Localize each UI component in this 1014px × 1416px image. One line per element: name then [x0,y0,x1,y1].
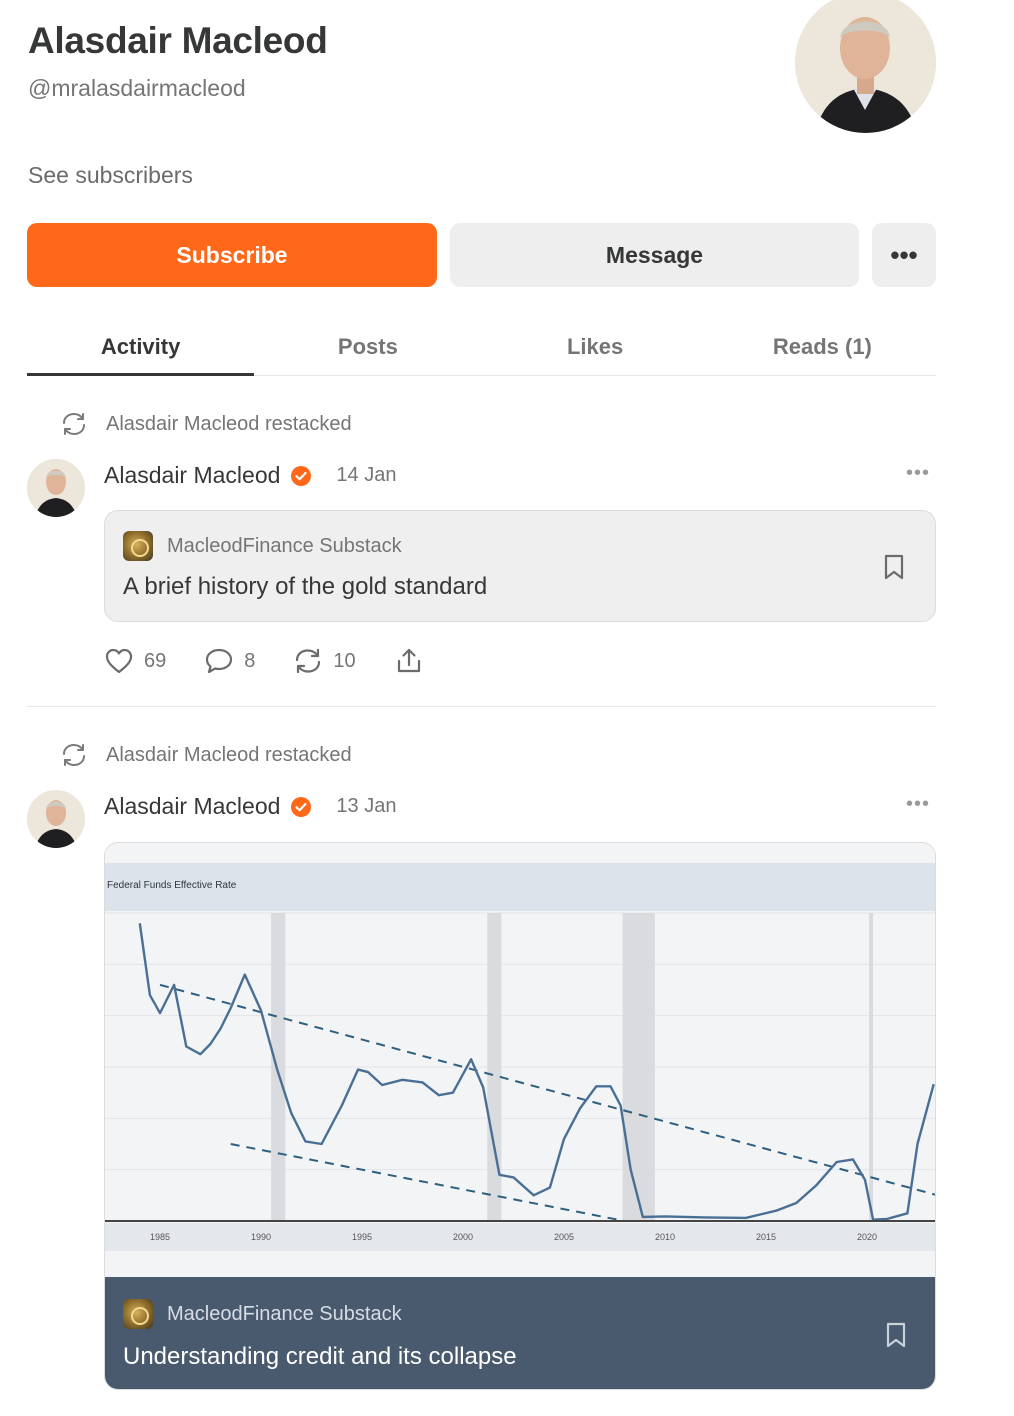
restack-notice: Alasdair Macleod restacked [60,741,352,769]
bookmark-icon[interactable] [883,553,905,581]
embedded-post-title[interactable]: A brief history of the gold standard [123,573,487,601]
restack-text: Alasdair Macleod restacked [106,743,352,766]
comment-icon [206,648,233,674]
tab-activity[interactable]: Activity [27,318,255,376]
restack-icon [296,648,321,674]
x-tick-label: 2005 [554,1232,574,1242]
comment-button[interactable]: 8 [204,646,255,676]
fed-funds-chart: Federal Funds Effective Rate 1985 1990 199… [105,843,935,1277]
post-more-icon[interactable]: ••• [906,793,930,816]
profile-tabs: Activity Posts Likes Reads (1) [27,318,936,376]
publication-row: MacleodFinance Substack [123,1299,402,1329]
x-tick-label: 1995 [352,1232,372,1242]
bookmark-icon[interactable] [885,1321,907,1349]
publication-name: MacleodFinance Substack [167,1302,402,1325]
restack-button[interactable]: 10 [293,646,356,676]
tab-likes[interactable]: Likes [482,318,709,375]
post-author-avatar[interactable] [27,790,85,848]
post-author-avatar[interactable] [27,459,85,517]
like-count: 69 [144,649,167,672]
restack-count: 10 [333,649,356,672]
chart-title: Federal Funds Effective Rate [107,880,237,891]
x-tick-label: 2010 [655,1232,675,1242]
x-tick-label: 1990 [251,1232,271,1242]
recession-band [869,913,874,1221]
feed-divider [27,706,936,707]
verified-badge-icon [291,796,312,817]
x-tick-label: 2000 [453,1232,473,1242]
recession-band [622,913,655,1221]
comment-count: 8 [244,649,256,672]
restack-notice: Alasdair Macleod restacked [60,410,352,438]
tab-reads[interactable]: Reads (1) [709,318,936,375]
post-header: Alasdair Macleod 13 Jan [104,793,396,820]
message-button[interactable]: Message [450,223,859,287]
post-actions: 69 8 10 [104,646,462,676]
publication-logo-icon [123,531,153,561]
embedded-post-footer: MacleodFinance Substack Understanding cr… [105,1277,935,1389]
publication-row: MacleodFinance Substack [123,531,402,561]
post-date: 13 Jan [336,795,397,817]
post-date: 14 Jan [336,464,397,486]
like-button[interactable]: 69 [104,646,166,676]
publication-name: MacleodFinance Substack [167,534,402,557]
more-options-button[interactable]: ••• [872,223,936,287]
restack-icon [63,413,85,435]
see-subscribers-link[interactable]: See subscribers [28,162,193,189]
profile-handle: @mralasdairmacleod [28,75,246,101]
x-tick-label: 2020 [857,1232,877,1242]
profile-name: Alasdair Macleod [28,20,328,61]
recession-band [271,913,286,1221]
tab-posts[interactable]: Posts [254,318,481,375]
post-author-name[interactable]: Alasdair Macleod [104,462,280,489]
post-author-name[interactable]: Alasdair Macleod [104,793,280,820]
subscribe-button[interactable]: Subscribe [27,223,437,287]
x-tick-label: 2015 [756,1232,776,1242]
share-button[interactable] [394,646,424,676]
heart-icon [105,648,133,674]
embedded-post-title[interactable]: Understanding credit and its collapse [123,1343,517,1371]
verified-badge-icon [291,465,312,486]
share-icon [397,648,420,673]
post-more-icon[interactable]: ••• [906,462,930,485]
embedded-post-card[interactable]: MacleodFinance Substack A brief history … [104,510,936,622]
x-tick-label: 1985 [150,1232,170,1242]
profile-avatar[interactable] [795,0,936,133]
publication-logo-icon [123,1299,153,1329]
restack-icon [63,744,85,766]
restack-text: Alasdair Macleod restacked [106,412,352,435]
embedded-post-card[interactable]: Federal Funds Effective Rate 1985 1990 199… [104,842,936,1390]
post-header: Alasdair Macleod 14 Jan [104,462,396,489]
